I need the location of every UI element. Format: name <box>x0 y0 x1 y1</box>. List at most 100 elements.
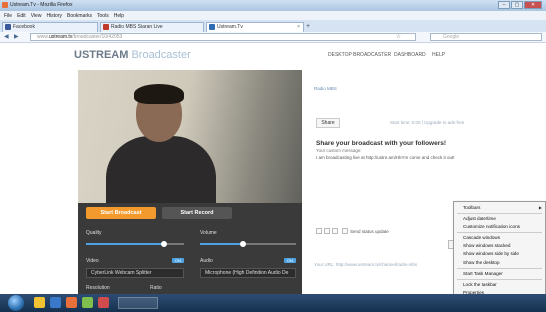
start-record-button[interactable]: Start Record <box>162 207 232 219</box>
menu-tools[interactable]: Tools <box>97 13 109 19</box>
menu-file[interactable]: File <box>4 13 12 19</box>
context-menu-item[interactable]: Cascade windows <box>454 234 545 242</box>
start-broadcast-button[interactable]: Start Broadcast <box>86 207 156 219</box>
maximize-button[interactable]: ▢ <box>511 1 523 9</box>
quality-slider[interactable] <box>86 241 184 247</box>
video-person-hair <box>134 84 184 104</box>
quality-slider-fill <box>86 243 164 245</box>
menu-separator <box>457 267 542 269</box>
navigation-bar: ◀ ▶ www.ustream.tv/broadcaster/10/42053 … <box>0 32 546 43</box>
context-menu-label: Show windows side by side <box>463 251 519 257</box>
tab-close-icon[interactable]: × <box>297 23 300 31</box>
radio-icon <box>103 24 109 30</box>
myspace-checkbox[interactable] <box>332 228 338 234</box>
nav-desktop-broadcaster[interactable]: DESKTOP BROADCASTER <box>328 52 391 58</box>
quality-slider-knob[interactable] <box>161 241 167 247</box>
menu-bar: File Edit View History Bookmarks Tools H… <box>0 11 546 20</box>
channel-name[interactable]: Radio MBS <box>314 86 337 91</box>
explorer-taskbar-icon[interactable] <box>34 297 45 308</box>
share-title: Share your broadcast with your followers… <box>316 140 447 147</box>
context-menu-label: Start Task Manager <box>463 270 503 276</box>
bookmark-star-icon[interactable]: ☆ <box>396 34 401 41</box>
context-menu-label: Show windows stacked <box>463 243 511 249</box>
menu-bookmarks[interactable]: Bookmarks <box>67 13 92 19</box>
audio-toggle[interactable]: ON <box>284 258 296 263</box>
app2-taskbar-icon[interactable] <box>98 297 109 308</box>
video-label: Video <box>86 258 99 264</box>
quality-label: Quality <box>86 230 102 236</box>
tab-radio-mbs[interactable]: Radio MBS Siaran Live <box>100 22 204 32</box>
logo-main: USTREAM <box>74 49 129 61</box>
broadcast-controls: Start Broadcast Start Record Quality Vol… <box>78 203 302 294</box>
submenu-arrow-icon: ▶ <box>538 205 542 210</box>
share-meta: Start time: 0:00 | Upgrade to ads-free <box>390 120 465 125</box>
taskbar-context-menu: Toolbars ▶ Adjust date/time Customize notif… <box>453 201 546 303</box>
context-menu-item[interactable]: Lock the taskbar <box>454 281 545 289</box>
minimize-button[interactable]: – <box>498 1 510 9</box>
back-icon[interactable]: ◀ <box>4 33 9 40</box>
tab-bar: Facebook Radio MBS Siaran Live Ustream.T… <box>0 20 546 32</box>
tab-facebook[interactable]: Facebook <box>2 22 98 32</box>
tab-label: Ustream.Tv <box>217 24 243 30</box>
send-status-label: Send status update <box>350 229 389 234</box>
share-tab-button[interactable]: Share <box>316 118 340 128</box>
menu-help[interactable]: Help <box>114 13 124 19</box>
new-tab-button[interactable]: + <box>306 23 310 30</box>
close-button[interactable]: ✕ <box>524 1 542 9</box>
url-path: /broadcaster/10/42053 <box>72 34 123 40</box>
url-domain: ustream.tv <box>48 34 73 40</box>
window-controls: – ▢ ✕ <box>497 1 542 9</box>
start-button[interactable] <box>8 295 24 311</box>
nav-dashboard[interactable]: DASHBOARD <box>394 52 426 58</box>
menu-edit[interactable]: Edit <box>17 13 26 19</box>
ustream-icon <box>209 24 215 30</box>
app-taskbar-icon[interactable] <box>82 297 93 308</box>
url-bar[interactable]: www.ustream.tv/broadcaster/10/42053 ☆ <box>30 33 416 41</box>
tab-ustream[interactable]: Ustream.Tv × <box>206 22 304 32</box>
search-input[interactable]: Google <box>430 33 542 41</box>
share-message-field[interactable]: I am broadcasting live at http://ustre.a… <box>316 155 480 161</box>
volume-label: Volume <box>200 230 217 236</box>
menu-history[interactable]: History <box>46 13 62 19</box>
context-menu-label: Toolbars <box>463 205 481 210</box>
twitter-checkbox[interactable] <box>324 228 330 234</box>
resolution-label: Resolution <box>86 285 110 291</box>
context-menu-label: Customize notification icons <box>463 224 520 230</box>
context-menu-label: Adjust date/time <box>463 216 496 222</box>
forward-icon[interactable]: ▶ <box>14 33 19 40</box>
context-menu-item[interactable]: Toolbars ▶ <box>454 204 545 212</box>
context-menu-item[interactable]: Show the desktop <box>454 259 545 267</box>
context-menu-item[interactable]: Start Task Manager <box>454 270 545 278</box>
video-toggle[interactable]: ON <box>172 258 184 263</box>
facebook-icon <box>5 24 11 30</box>
facebook-checkbox[interactable] <box>316 228 322 234</box>
volume-slider-fill <box>200 243 243 245</box>
volume-slider[interactable] <box>200 241 296 247</box>
volume-slider-knob[interactable] <box>240 241 246 247</box>
ustream-logo[interactable]: USTREAM Broadcaster <box>74 49 191 61</box>
firefox-taskbar-icon[interactable] <box>66 297 77 308</box>
context-menu-item[interactable]: Customize notification icons <box>454 223 545 231</box>
menu-view[interactable]: View <box>31 13 42 19</box>
context-menu-label: Cascade windows <box>463 235 501 241</box>
menu-separator <box>457 232 542 234</box>
status-checkbox[interactable] <box>342 228 348 234</box>
context-menu-item[interactable]: Show windows side by side <box>454 250 545 258</box>
menu-separator <box>457 278 542 280</box>
firefox-icon <box>2 2 8 8</box>
audio-label: Audio <box>200 258 213 264</box>
ie-taskbar-icon[interactable] <box>50 297 61 308</box>
taskbar <box>0 294 546 312</box>
firefox-window-button[interactable] <box>118 297 158 309</box>
context-menu-item[interactable]: Show windows stacked <box>454 242 545 250</box>
audio-device-select[interactable]: Microphone (High Definition Audio De <box>200 268 296 278</box>
video-device-select[interactable]: CyberLink Webcam Splitter <box>86 268 184 278</box>
nav-help[interactable]: HELP <box>432 52 445 58</box>
ratio-label: Ratio <box>150 285 162 291</box>
context-menu-item[interactable]: Adjust date/time <box>454 215 545 223</box>
window-titlebar: Ustream.Tv - Mozilla Firefox – ▢ ✕ <box>0 0 546 11</box>
context-menu-label: Lock the taskbar <box>463 281 497 287</box>
share-subtitle: Your custom message: <box>316 148 362 153</box>
channel-url[interactable]: Your URL: http://www.ustream.tv/channel/… <box>314 262 417 267</box>
menu-separator <box>457 213 542 215</box>
